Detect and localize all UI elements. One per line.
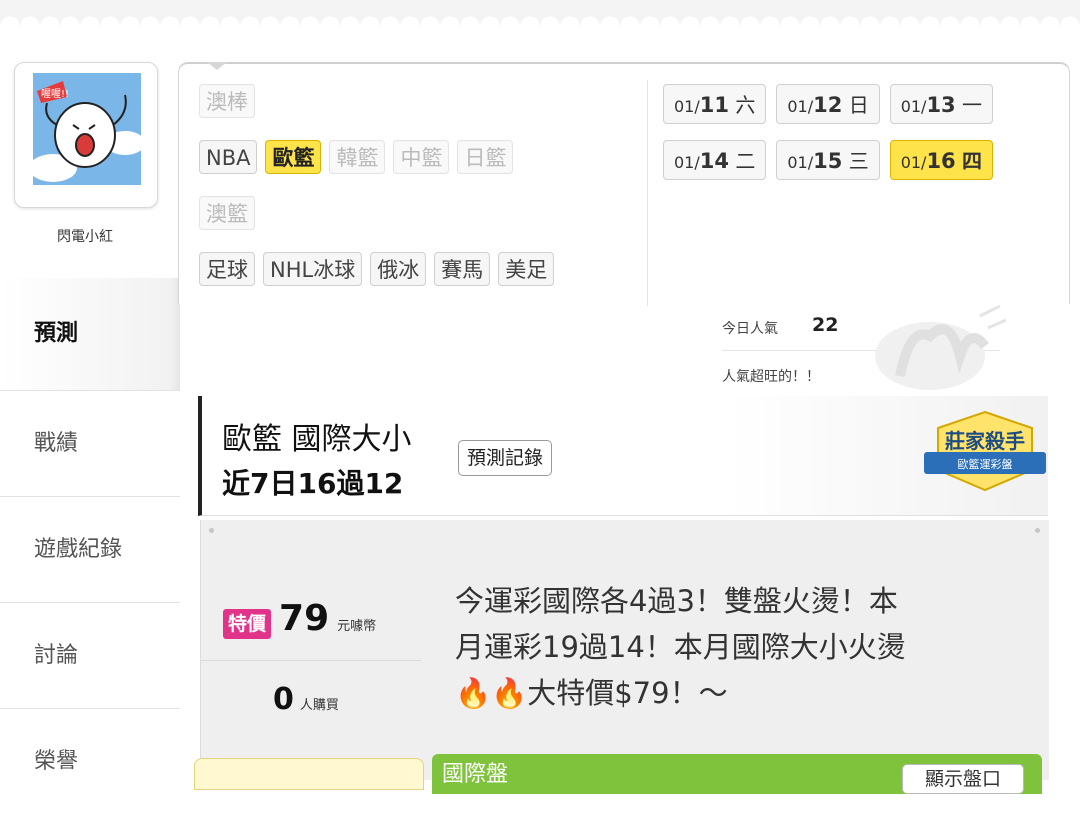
category-tag[interactable]: 澳棒 — [199, 84, 255, 118]
category-tag[interactable]: 日籃 — [457, 140, 514, 174]
category-tag[interactable]: 澳籃 — [199, 196, 255, 230]
nav-item-game-log[interactable]: 遊戲紀錄 — [0, 496, 180, 602]
date-tab[interactable]: 01/14 二 — [663, 140, 767, 180]
fire-icon: 🔥🔥 — [455, 676, 528, 710]
price-value: 79 — [279, 598, 330, 639]
category-tag[interactable]: 賽馬 — [434, 252, 491, 286]
category-row: 澳籃 — [199, 196, 255, 230]
user-name: 閃電小紅 — [57, 229, 113, 245]
nav-item-honor[interactable]: 榮譽 — [0, 708, 180, 814]
prediction-body: 特價 79 元噱幣 0 人購買 今運彩國際各4過3！雙盤火燙！本 月運彩19過1… — [200, 520, 1049, 780]
category-tag[interactable]: 足球 — [199, 252, 255, 286]
purchase-tab[interactable] — [194, 758, 424, 790]
buyers-count: 0 — [273, 682, 294, 717]
svg-text:喔喔!!: 喔喔!! — [41, 88, 69, 100]
date-tab-active[interactable]: 01/16 四 — [889, 140, 994, 180]
prediction-title: 歐籃 國際大小 — [222, 422, 412, 457]
show-odds-button[interactable]: 顯示盤口 — [902, 764, 1024, 794]
filter-panel: 澳棒 NBA 歐籃 韓籃 中籃 日籃 澳籃 足球 NHL冰球 俄冰 賽馬 美足 … — [178, 62, 1070, 306]
market-label: 國際盤 — [442, 762, 509, 787]
prediction-header: 歐籃 國際大小 近7日16過12 預測記錄 莊家殺手 歐籃運彩盤 — [198, 396, 1048, 516]
price-currency: 元噱幣 — [337, 619, 377, 634]
category-row: NBA 歐籃 韓籃 中籃 日籃 — [199, 140, 514, 174]
promo-text: 今運彩國際各4過3！雙盤火燙！本 月運彩19過14！本月國際大小火燙 🔥🔥大特價… — [455, 578, 1025, 716]
decor-dot — [1035, 528, 1040, 533]
divider — [201, 660, 421, 661]
category-tag[interactable]: 韓籃 — [329, 140, 386, 174]
category-tag[interactable]: 美足 — [498, 252, 555, 286]
side-nav: 預測 戰績 遊戲紀錄 討論 榮譽 — [0, 278, 180, 814]
badge-title: 莊家殺手 — [945, 429, 1025, 453]
date-row: 01/14 二 01/15 三 01/16 四 — [663, 140, 994, 180]
divider — [647, 80, 648, 306]
date-tab[interactable]: 01/13 一 — [889, 84, 994, 124]
buyers-unit: 人購買 — [299, 698, 339, 713]
date-tab[interactable]: 01/11 六 — [663, 84, 767, 124]
panel-notch — [207, 62, 227, 70]
nav-item-record[interactable]: 戰績 — [0, 390, 180, 496]
price-block: 特價 79 元噱幣 — [223, 598, 376, 639]
popularity-watermark-icon — [875, 304, 1007, 390]
decorative-top-border — [0, 0, 1080, 26]
category-tag[interactable]: 俄冰 — [370, 252, 427, 286]
category-tag[interactable]: 中籃 — [393, 140, 450, 174]
badge-subtitle: 歐籃運彩盤 — [958, 457, 1013, 471]
nav-item-prediction[interactable]: 預測 — [0, 278, 180, 390]
popularity-label: 今日人氣 — [722, 321, 778, 337]
prediction-history-button[interactable]: 預測記錄 — [458, 440, 553, 476]
user-avatar-card[interactable]: 喔喔!! — [14, 62, 158, 208]
category-tag-active[interactable]: 歐籃 — [265, 140, 322, 174]
category-row: 澳棒 — [199, 84, 255, 118]
banker-killer-badge-icon: 莊家殺手 歐籃運彩盤 — [924, 410, 1046, 492]
nav-item-discussion[interactable]: 討論 — [0, 602, 180, 708]
special-price-badge: 特價 — [223, 609, 272, 639]
popularity-message: 人氣超旺的！！ — [722, 369, 820, 385]
decor-dot — [209, 528, 214, 533]
category-tag[interactable]: NBA — [199, 140, 258, 174]
promo-line: 月運彩19過14！本月國際大小火燙 — [455, 630, 906, 664]
avatar: 喔喔!! — [33, 73, 141, 185]
popularity-count: 22 — [812, 314, 839, 336]
category-tag[interactable]: NHL冰球 — [263, 252, 363, 286]
date-tab[interactable]: 01/15 三 — [776, 140, 880, 180]
buyers-block: 0 人購買 — [273, 682, 339, 717]
category-row: 足球 NHL冰球 俄冰 賽馬 美足 — [199, 252, 555, 286]
prediction-record: 近7日16過12 — [222, 467, 404, 500]
promo-line: 🔥🔥大特價$79！～ — [455, 676, 728, 710]
promo-line: 今運彩國際各4過3！雙盤火燙！本 — [455, 584, 898, 618]
date-row: 01/11 六 01/12 日 01/13 一 — [663, 84, 994, 124]
date-tab[interactable]: 01/12 日 — [776, 84, 880, 124]
